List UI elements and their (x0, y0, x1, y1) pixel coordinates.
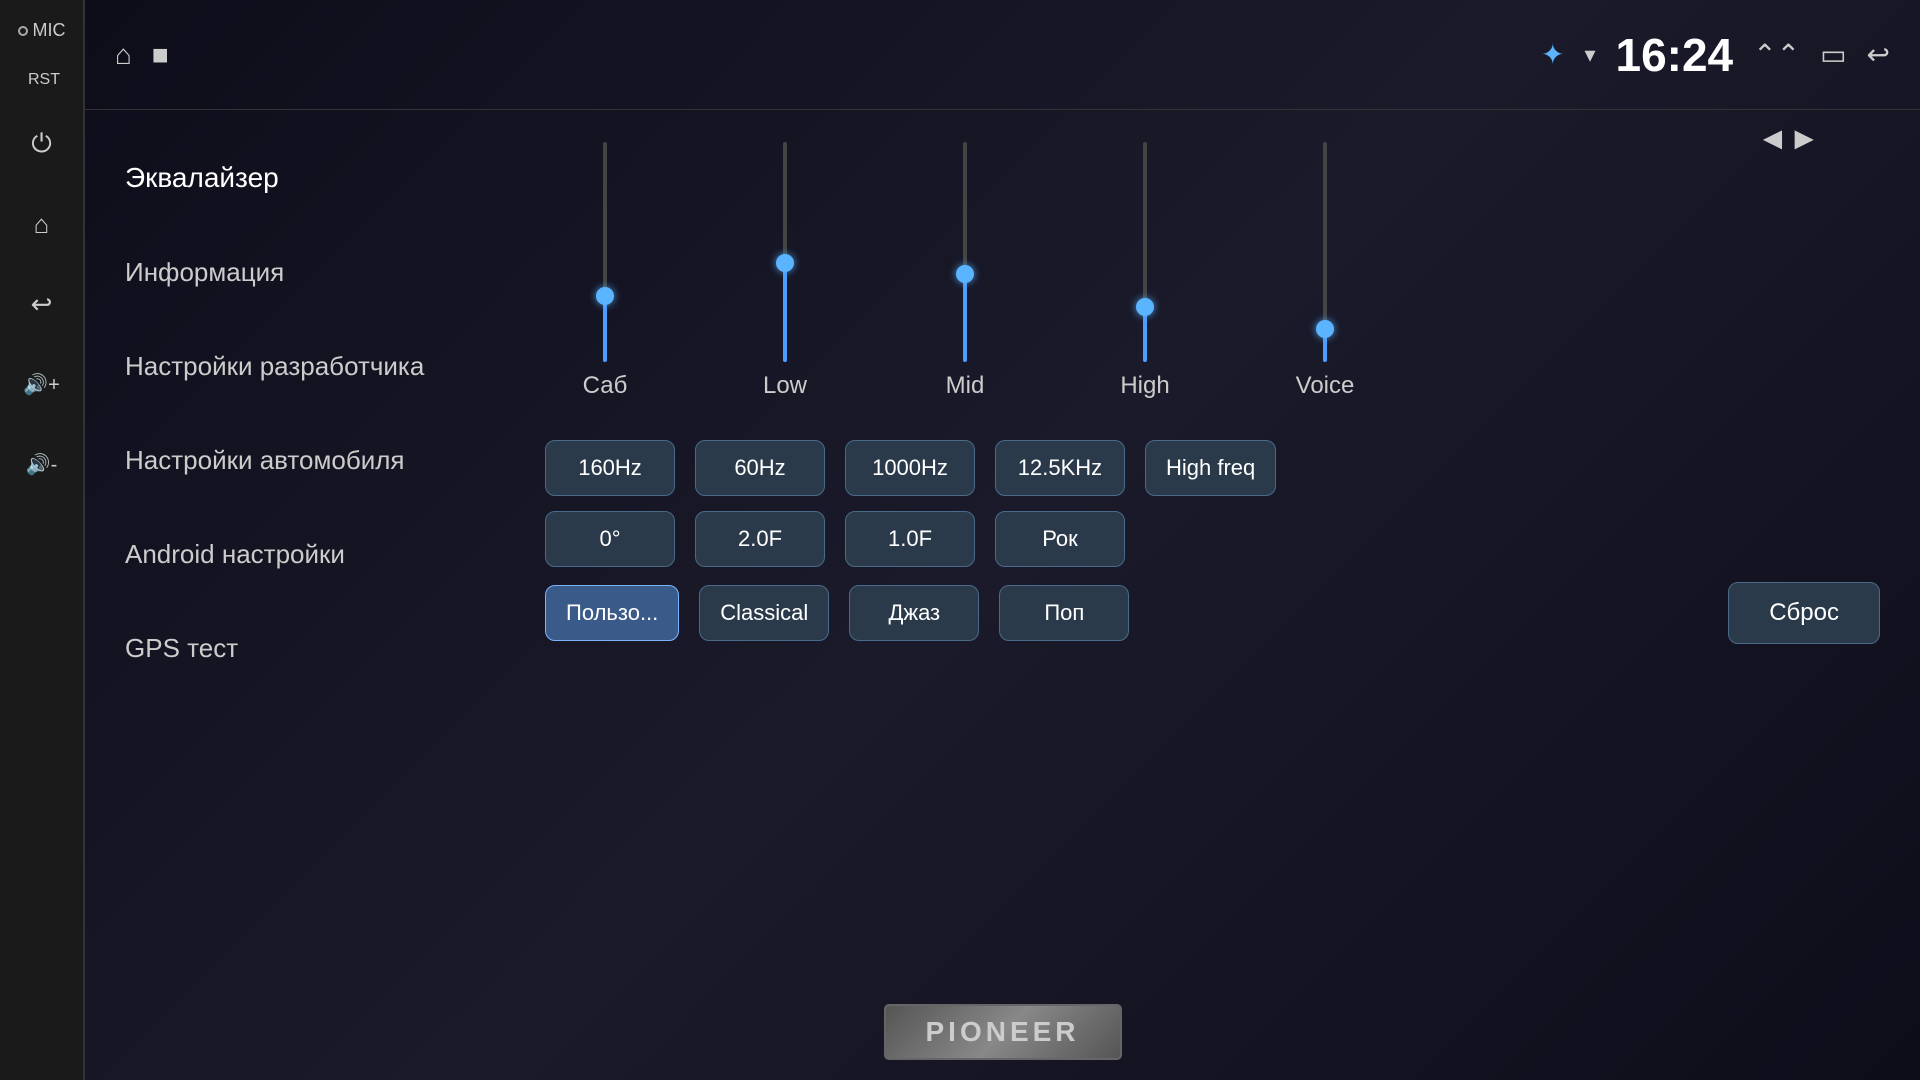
window-icon[interactable]: ▭ (1820, 38, 1846, 71)
preset-btn-classical[interactable]: Classical (699, 585, 829, 641)
eq-channel-sub: Саб (545, 142, 665, 400)
high-thumb[interactable] (1136, 298, 1154, 316)
power-button[interactable]: ⏻ (17, 119, 67, 169)
sub-label: Саб (583, 372, 628, 400)
stop-icon[interactable]: ■ (152, 39, 169, 71)
status-right-icons: ⌃⌃ ▭ ↩ (1753, 38, 1890, 71)
value-buttons-row: 0° 2.0F 1.0F Рок (545, 511, 1880, 567)
sub-fill (603, 296, 607, 362)
voice-slider[interactable] (1323, 142, 1327, 362)
bluetooth-icon[interactable]: ✦ (1541, 38, 1564, 71)
freq-btn-highfreq[interactable]: High freq (1145, 440, 1276, 496)
main-screen: ⌂ ■ ✦ ▾ 16:24 ⌃⌃ ▭ ↩ Эквалайзер Информац… (85, 0, 1920, 1080)
mid-slider[interactable] (963, 142, 967, 362)
volume-up-button[interactable]: 🔊+ (17, 359, 67, 409)
val-btn-rok[interactable]: Рок (995, 511, 1125, 567)
nav-item-gps[interactable]: GPS тест (85, 602, 505, 696)
nav-item-equalizer[interactable]: Эквалайзер (85, 130, 505, 226)
left-panel: MIC RST ⏻ ⌂ ↩ 🔊+ 🔊- (0, 0, 85, 1080)
preset-btn-user[interactable]: Пользо... (545, 585, 679, 641)
home-button[interactable]: ⌂ (17, 199, 67, 249)
freq-buttons-row: 160Hz 60Hz 1000Hz 12.5KHz High freq (545, 440, 1880, 496)
voice-thumb[interactable] (1316, 320, 1334, 338)
voice-label: Voice (1296, 372, 1355, 400)
preset-buttons-row: Пользо... Classical Джаз Поп Сброс (545, 582, 1880, 644)
eq-channel-high: High (1085, 142, 1205, 400)
sub-thumb[interactable] (596, 287, 614, 305)
mid-label: Mid (946, 372, 985, 400)
back-button[interactable]: ↩ (17, 279, 67, 329)
bt-dropdown[interactable]: ▾ (1584, 42, 1595, 68)
rst-indicator: RST (23, 71, 60, 89)
low-thumb[interactable] (776, 254, 794, 272)
preset-btn-jazz[interactable]: Джаз (849, 585, 979, 641)
freq-btn-160hz[interactable]: 160Hz (545, 440, 675, 496)
mid-thumb[interactable] (956, 265, 974, 283)
rst-label-text: RST (28, 71, 60, 89)
nav-item-android[interactable]: Android настройки (85, 508, 505, 602)
nav-menu: Эквалайзер Информация Настройки разработ… (85, 110, 505, 1080)
val-btn-0[interactable]: 0° (545, 511, 675, 567)
eq-channel-voice: Voice (1265, 142, 1385, 400)
low-slider[interactable] (783, 142, 787, 362)
high-label: High (1120, 372, 1169, 400)
content-area: ◄► Саб Low (505, 110, 1920, 1080)
sound-balance-icon[interactable]: ◄► (1757, 120, 1820, 157)
status-bar: ⌂ ■ ✦ ▾ 16:24 ⌃⌃ ▭ ↩ (85, 0, 1920, 110)
val-btn-20f[interactable]: 2.0F (695, 511, 825, 567)
low-label: Low (763, 372, 807, 400)
eq-channel-low: Low (725, 142, 845, 400)
nav-item-developer[interactable]: Настройки разработчика (85, 320, 505, 414)
eq-sliders: Саб Low Mid (545, 130, 1880, 410)
nav-item-info[interactable]: Информация (85, 226, 505, 320)
clock: 16:24 (1615, 28, 1733, 82)
back-nav-icon[interactable]: ↩ (1867, 38, 1890, 71)
sub-slider[interactable] (603, 142, 607, 362)
high-slider[interactable] (1143, 142, 1147, 362)
eq-channel-mid: Mid (905, 142, 1025, 400)
expand-icon[interactable]: ⌃⌃ (1753, 38, 1800, 71)
freq-btn-1000hz[interactable]: 1000Hz (845, 440, 975, 496)
volume-down-button[interactable]: 🔊- (17, 439, 67, 489)
freq-btn-60hz[interactable]: 60Hz (695, 440, 825, 496)
freq-btn-125khz[interactable]: 12.5KHz (995, 440, 1125, 496)
low-fill (783, 263, 787, 362)
mic-label-text: MIC (33, 20, 66, 41)
reset-button[interactable]: Сброс (1728, 582, 1880, 644)
nav-item-car-settings[interactable]: Настройки автомобиля (85, 414, 505, 508)
pioneer-logo: PIONEER (883, 1004, 1121, 1060)
home-icon[interactable]: ⌂ (115, 39, 132, 71)
val-btn-10f[interactable]: 1.0F (845, 511, 975, 567)
mic-dot (18, 26, 28, 36)
mic-indicator: MIC (18, 20, 66, 41)
preset-btn-pop[interactable]: Поп (999, 585, 1129, 641)
mid-fill (963, 274, 967, 362)
